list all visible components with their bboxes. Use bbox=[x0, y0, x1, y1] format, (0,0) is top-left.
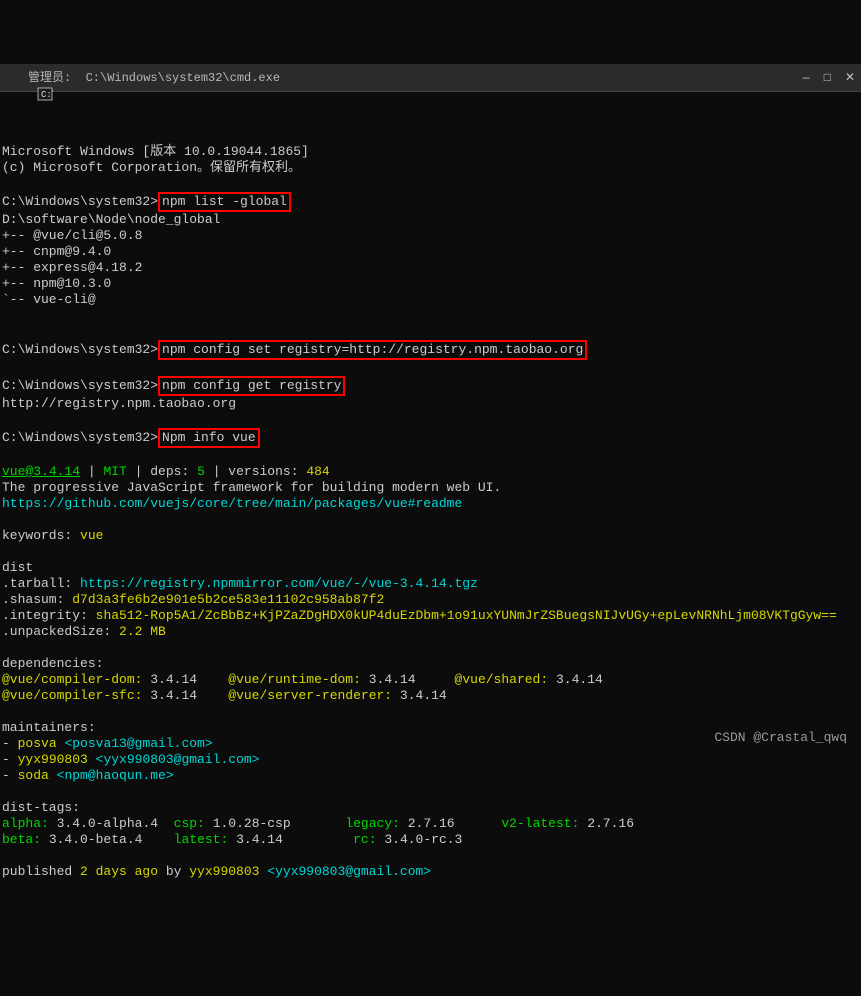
dep2-ver: 3.4.14 bbox=[369, 672, 416, 687]
unpacked-label: .unpackedSize: bbox=[2, 624, 111, 639]
pkg-3: +-- npm@10.3.0 bbox=[2, 276, 111, 291]
watermark: CSDN @Crastal_qwq bbox=[714, 730, 847, 746]
dep1-ver: 3.4.14 bbox=[150, 672, 197, 687]
dt-rc-k: rc: bbox=[353, 832, 376, 847]
dt-csp-k: csp: bbox=[174, 816, 205, 831]
vue-url: https://github.com/vuejs/core/tree/main/… bbox=[2, 496, 462, 511]
dist-label: dist bbox=[2, 560, 33, 575]
published-mail: <yyx990803@gmail.com> bbox=[259, 864, 431, 879]
dt-alpha-k: alpha: bbox=[2, 816, 49, 831]
deps-label: deps: bbox=[150, 464, 189, 479]
header-line2: (c) Microsoft Corporation。保留所有权利。 bbox=[2, 160, 301, 175]
vue-license: MIT bbox=[103, 464, 126, 479]
dt-legacy-k: legacy: bbox=[345, 816, 400, 831]
integrity-val: sha512-Rop5A1/ZcBbBz+KjPZaZDgHDX0kUP4duE… bbox=[96, 608, 837, 623]
dep5-ver: 3.4.14 bbox=[400, 688, 447, 703]
vue-desc: The progressive JavaScript framework for… bbox=[2, 480, 501, 495]
dep4-name: @vue/compiler-sfc: bbox=[2, 688, 142, 703]
dep3-ver: 3.4.14 bbox=[556, 672, 603, 687]
unpacked-val: 2.2 MB bbox=[119, 624, 166, 639]
pkg-2: +-- express@4.18.2 bbox=[2, 260, 142, 275]
dep1-name: @vue/compiler-dom: bbox=[2, 672, 142, 687]
maximize-button[interactable]: □ bbox=[824, 70, 831, 86]
pkg-4: `-- vue-cli@ bbox=[2, 292, 96, 307]
prompt-3: C:\Windows\system32> bbox=[2, 378, 158, 393]
header-line1: Microsoft Windows [版本 10.0.19044.1865] bbox=[2, 144, 309, 159]
window-controls: — □ ✕ bbox=[803, 70, 855, 86]
tarball-url: https://registry.npmmirror.com/vue/-/vue… bbox=[80, 576, 478, 591]
dt-beta-k: beta: bbox=[2, 832, 41, 847]
tarball-label: .tarball: bbox=[2, 576, 72, 591]
maintainers-label: maintainers: bbox=[2, 720, 96, 735]
dep3-name: @vue/shared: bbox=[455, 672, 549, 687]
dt-rc-v: 3.4.0-rc.3 bbox=[384, 832, 462, 847]
registry-output: http://registry.npm.taobao.org bbox=[2, 396, 236, 411]
m1-mail: <posva13@gmail.com> bbox=[64, 736, 212, 751]
svg-text:C:\: C:\ bbox=[41, 90, 53, 100]
shasum-label: .shasum: bbox=[2, 592, 64, 607]
deps-section: dependencies: bbox=[2, 656, 103, 671]
dt-csp-v: 1.0.28-csp bbox=[213, 816, 291, 831]
published-prefix: published bbox=[2, 864, 80, 879]
cmd-1: npm list -global bbox=[158, 192, 291, 212]
m1-name: posva bbox=[18, 736, 57, 751]
keywords-label: keywords: bbox=[2, 528, 72, 543]
dep4-ver: 3.4.14 bbox=[150, 688, 197, 703]
m3-mail: <npm@haoqun.me> bbox=[57, 768, 174, 783]
dt-latest-v: 3.4.14 bbox=[236, 832, 283, 847]
m3-name: soda bbox=[18, 768, 49, 783]
list-root: D:\software\Node\node_global bbox=[2, 212, 220, 227]
prompt-2: C:\Windows\system32> bbox=[2, 342, 158, 357]
title-bar: C:\ 管理员: C:\Windows\system32\cmd.exe — □… bbox=[0, 64, 861, 92]
prompt-1: C:\Windows\system32> bbox=[2, 194, 158, 209]
deps-count: 5 bbox=[197, 464, 205, 479]
window-title: 管理员: C:\Windows\system32\cmd.exe bbox=[28, 70, 280, 86]
integrity-label: .integrity: bbox=[2, 608, 88, 623]
published-time: 2 days ago bbox=[80, 864, 158, 879]
dist-tags-label: dist-tags: bbox=[2, 800, 80, 815]
close-button[interactable]: ✕ bbox=[845, 70, 855, 86]
keywords-val: vue bbox=[80, 528, 103, 543]
dash: - bbox=[2, 736, 18, 751]
dt-beta-v: 3.4.0-beta.4 bbox=[49, 832, 143, 847]
dep5-name: @vue/server-renderer: bbox=[228, 688, 392, 703]
published-user: yyx990803 bbox=[189, 864, 259, 879]
versions-count: 484 bbox=[306, 464, 329, 479]
dep2-name: @vue/runtime-dom: bbox=[228, 672, 361, 687]
cmd-3: npm config get registry bbox=[158, 376, 345, 396]
pkg-1: +-- cnpm@9.4.0 bbox=[2, 244, 111, 259]
dt-latest-k: latest: bbox=[174, 832, 229, 847]
vue-version: 3.4.14 bbox=[33, 464, 80, 479]
versions-label: versions: bbox=[228, 464, 298, 479]
dash: - bbox=[2, 768, 18, 783]
published-by: by bbox=[158, 864, 189, 879]
dt-v2-v: 2.7.16 bbox=[587, 816, 634, 831]
cmd-icon: C:\ bbox=[6, 70, 22, 86]
minimize-button[interactable]: — bbox=[803, 70, 810, 86]
cmd-4: Npm info vue bbox=[158, 428, 260, 448]
dt-legacy-v: 2.7.16 bbox=[408, 816, 455, 831]
pkg-0: +-- @vue/cli@5.0.8 bbox=[2, 228, 142, 243]
vue-name: vue@ bbox=[2, 464, 33, 479]
cmd-2: npm config set registry=http://registry.… bbox=[158, 340, 587, 360]
dt-v2-k: v2-latest: bbox=[501, 816, 579, 831]
shasum-val: d7d3a3fe6b2e901e5b2ce583e11102c958ab87f2 bbox=[72, 592, 384, 607]
terminal-body[interactable]: Microsoft Windows [版本 10.0.19044.1865] (… bbox=[0, 124, 861, 884]
prompt-4: C:\Windows\system32> bbox=[2, 430, 158, 445]
dt-alpha-v: 3.4.0-alpha.4 bbox=[57, 816, 158, 831]
